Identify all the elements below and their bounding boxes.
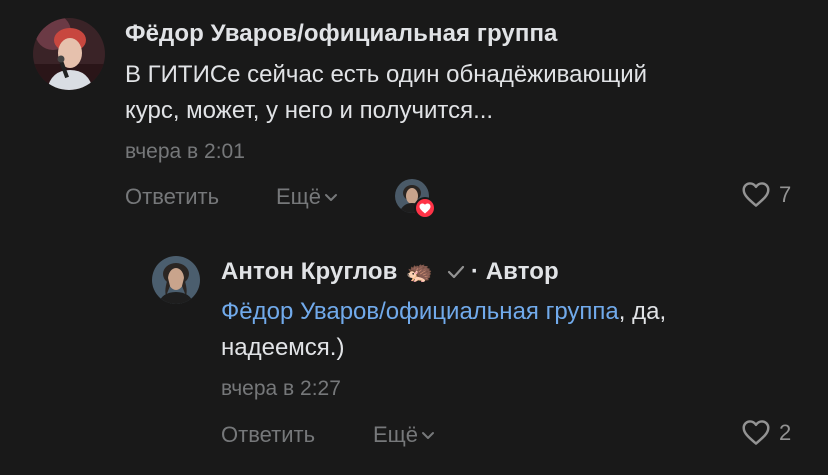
reply-text: Фёдор Уваров/официальная группа, да, над… [221, 294, 801, 366]
reply-text-line-2: надеемся.) [221, 334, 345, 361]
commenter-name[interactable]: Фёдор Уваров/официальная группа [125, 20, 558, 48]
comment-text-line-1: В ГИТИСе сейчас есть один обнадёживающий [125, 61, 648, 88]
reply-more-button[interactable]: Ещё [373, 422, 435, 448]
comment-like-count: 7 [779, 181, 792, 207]
reply-header: Антон Круглов 🦔 · Автор [221, 258, 559, 286]
reply-author-emoji: 🦔 [405, 259, 433, 284]
reply-timestamp[interactable]: вчера в 2:27 [221, 377, 341, 401]
comment-more-label: Ещё [276, 184, 322, 209]
heart-icon [741, 419, 771, 446]
comment-text: В ГИТИСе сейчас есть один обнадёживающий… [125, 57, 805, 129]
comment-reply-button[interactable]: Ответить [125, 184, 219, 210]
comment-timestamp[interactable]: вчера в 2:01 [125, 140, 245, 164]
reply-mention-link[interactable]: Фёдор Уваров/официальная группа [221, 298, 619, 325]
chevron-down-icon [421, 430, 435, 440]
comment-like-button[interactable]: 7 [741, 181, 791, 208]
reply-text-after-mention: , да, [618, 298, 667, 325]
reply-reply-button[interactable]: Ответить [221, 422, 315, 448]
comment-more-button[interactable]: Ещё [276, 184, 338, 210]
chevron-down-icon [324, 192, 338, 202]
reply-like-button[interactable]: 2 [741, 419, 791, 446]
reply-author-name[interactable]: Антон Круглов [221, 258, 397, 286]
reply-like-count: 2 [779, 419, 792, 445]
reply-more-label: Ещё [373, 422, 419, 447]
reply-text-line-1: Фёдор Уваров/официальная группа, да, [221, 294, 801, 330]
heart-icon [741, 181, 771, 208]
comment-text-line-2: курс, может, у него и получится... [125, 97, 494, 124]
reply-author-avatar[interactable] [152, 256, 200, 304]
commenter-avatar[interactable] [33, 18, 105, 90]
liked-by-author-avatar[interactable] [395, 179, 436, 219]
verified-check-icon [447, 265, 465, 279]
reply-author-tag: · Автор [470, 258, 559, 285]
heart-badge-icon [414, 197, 436, 219]
